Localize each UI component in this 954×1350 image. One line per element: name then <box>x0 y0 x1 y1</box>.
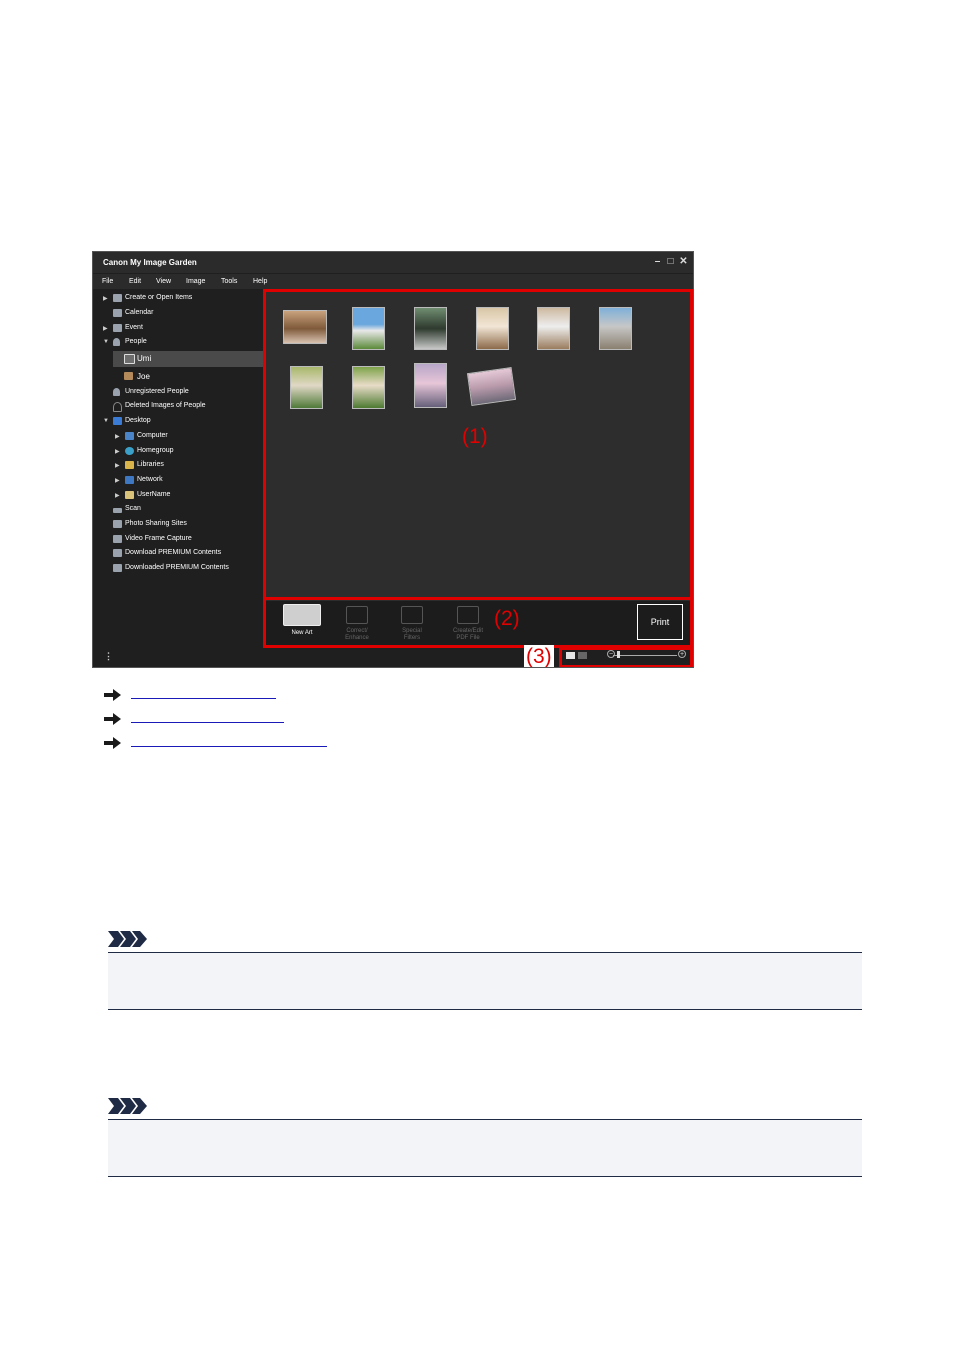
sidebar-item-network[interactable]: ▶ Network <box>105 474 263 488</box>
sidebar-item-calendar[interactable]: Calendar <box>93 307 263 321</box>
callout-3: (3) <box>524 645 554 668</box>
note-chevron-icon <box>108 1098 147 1114</box>
sidebar-item-label: Event <box>125 324 143 331</box>
link-underline[interactable] <box>131 698 276 699</box>
sidebar-item-username[interactable]: ▶ UserName <box>105 489 263 503</box>
sidebar-item-video-frame-capture[interactable]: Video Frame Capture <box>93 533 263 547</box>
callout-2: (2) <box>494 607 520 630</box>
sidebar-item-label: Downloaded PREMIUM Contents <box>125 564 229 571</box>
download-icon <box>113 549 122 557</box>
sidebar-item-label: Joe <box>137 372 150 381</box>
desktop-icon <box>113 417 122 425</box>
photo-sharing-icon <box>113 520 122 528</box>
sidebar-item-create-or-open-items[interactable]: ▶ Create or Open Items <box>93 292 263 306</box>
arrow-right-icon <box>104 689 121 701</box>
sidebar-item-label: People <box>125 338 147 345</box>
note-body <box>108 952 862 1010</box>
menu-image[interactable]: Image <box>186 278 205 285</box>
sidebar-item-label: Create or Open Items <box>125 294 193 301</box>
menu-view[interactable]: View <box>156 278 171 285</box>
expand-arrow-icon[interactable]: ▶ <box>115 462 120 469</box>
sidebar-item-label: Download PREMIUM Contents <box>125 549 222 556</box>
libraries-icon <box>125 461 134 469</box>
person-photo-icon <box>124 372 133 380</box>
sidebar-item-deleted-images-of-people[interactable]: Deleted Images of People <box>93 400 263 414</box>
homegroup-icon <box>125 447 134 455</box>
user-folder-icon <box>125 491 134 499</box>
sidebar-item-photo-sharing-sites[interactable]: Photo Sharing Sites <box>93 518 263 532</box>
video-frame-icon <box>113 535 122 543</box>
sidebar-item-people[interactable]: ▼ People <box>93 336 263 350</box>
folder-icon <box>113 564 122 572</box>
sidebar-item-unregistered-people[interactable]: Unregistered People <box>93 386 263 400</box>
person-photo-icon <box>124 354 135 364</box>
create-items-icon <box>113 294 122 302</box>
sidebar-item-label: Homegroup <box>137 447 174 454</box>
note-body <box>108 1119 862 1177</box>
sidebar-item-desktop[interactable]: ▼ Desktop <box>93 415 263 429</box>
sidebar-item-label: Calendar <box>125 309 154 316</box>
info-icon[interactable]: ⋮ <box>104 651 113 662</box>
window-title: Canon My Image Garden <box>103 258 197 267</box>
sidebar-item-libraries[interactable]: ▶ Libraries <box>105 459 263 473</box>
expand-arrow-icon[interactable]: ▶ <box>115 492 120 499</box>
sidebar-item-label: Scan <box>125 505 141 512</box>
link-underline[interactable] <box>131 746 327 747</box>
sidebar-item-scan[interactable]: Scan <box>93 503 263 517</box>
menu-tools[interactable]: Tools <box>221 278 237 285</box>
expand-arrow-icon[interactable]: ▶ <box>103 295 108 302</box>
person-outline-icon <box>113 402 122 412</box>
close-icon[interactable]: ✕ <box>679 257 688 267</box>
sidebar-item-label: Photo Sharing Sites <box>125 520 187 527</box>
maximize-icon[interactable]: □ <box>666 257 675 267</box>
sidebar-item-event[interactable]: ▶ Event <box>93 322 263 336</box>
network-icon <box>125 476 134 484</box>
collapse-arrow-icon[interactable]: ▼ <box>103 339 109 345</box>
sidebar-item-label: Desktop <box>125 417 151 424</box>
sidebar-item-label: Libraries <box>137 461 164 468</box>
menu-bar: File Edit View Image Tools Help <box>93 274 693 289</box>
link-underline[interactable] <box>131 722 284 723</box>
arrow-right-icon <box>104 737 121 749</box>
sidebar-item-label: Network <box>137 476 163 483</box>
sidebar-item-downloaded-premium-contents[interactable]: Downloaded PREMIUM Contents <box>93 562 263 576</box>
title-bar: Canon My Image Garden – □ ✕ <box>93 252 693 273</box>
sidebar-item-label: Computer <box>137 432 168 439</box>
arrow-right-icon <box>104 713 121 725</box>
event-icon <box>113 324 122 332</box>
sidebar-item-label: Unregistered People <box>125 388 189 395</box>
menu-edit[interactable]: Edit <box>129 278 141 285</box>
sidebar-item-label: Video Frame Capture <box>125 535 192 542</box>
menu-help[interactable]: Help <box>253 278 267 285</box>
sidebar-item-label: Deleted Images of People <box>125 402 206 409</box>
collapse-arrow-icon[interactable]: ▼ <box>103 418 109 424</box>
sidebar-item-joe[interactable]: Joe <box>113 369 263 385</box>
expand-arrow-icon[interactable]: ▶ <box>115 448 120 455</box>
menu-file[interactable]: File <box>102 278 113 285</box>
sidebar-item-download-premium-contents[interactable]: Download PREMIUM Contents <box>93 547 263 561</box>
person-icon <box>113 338 120 346</box>
expand-arrow-icon[interactable]: ▶ <box>115 433 120 440</box>
sidebar-item-label: UserName <box>137 491 171 498</box>
scan-icon <box>113 508 122 513</box>
highlight-area-3 <box>559 647 693 667</box>
app-screenshot: Canon My Image Garden – □ ✕ File Edit Vi… <box>92 251 694 668</box>
sidebar-item-computer[interactable]: ▶ Computer <box>105 430 263 444</box>
highlight-area-2 <box>263 597 693 648</box>
sidebar-item-label: Umi <box>137 354 152 363</box>
sidebar-item-homegroup[interactable]: ▶ Homegroup <box>105 445 263 459</box>
callout-1: (1) <box>462 425 488 448</box>
sidebar: ▶ Create or Open Items Calendar ▶ Event … <box>93 290 263 645</box>
minimize-icon[interactable]: – <box>653 257 662 267</box>
expand-arrow-icon[interactable]: ▶ <box>103 325 108 332</box>
sidebar-item-umi[interactable]: Umi <box>113 351 263 367</box>
note-chevron-icon <box>108 931 147 947</box>
calendar-icon <box>113 309 122 317</box>
expand-arrow-icon[interactable]: ▶ <box>115 477 120 484</box>
computer-icon <box>125 432 134 440</box>
person-question-icon <box>113 388 120 396</box>
